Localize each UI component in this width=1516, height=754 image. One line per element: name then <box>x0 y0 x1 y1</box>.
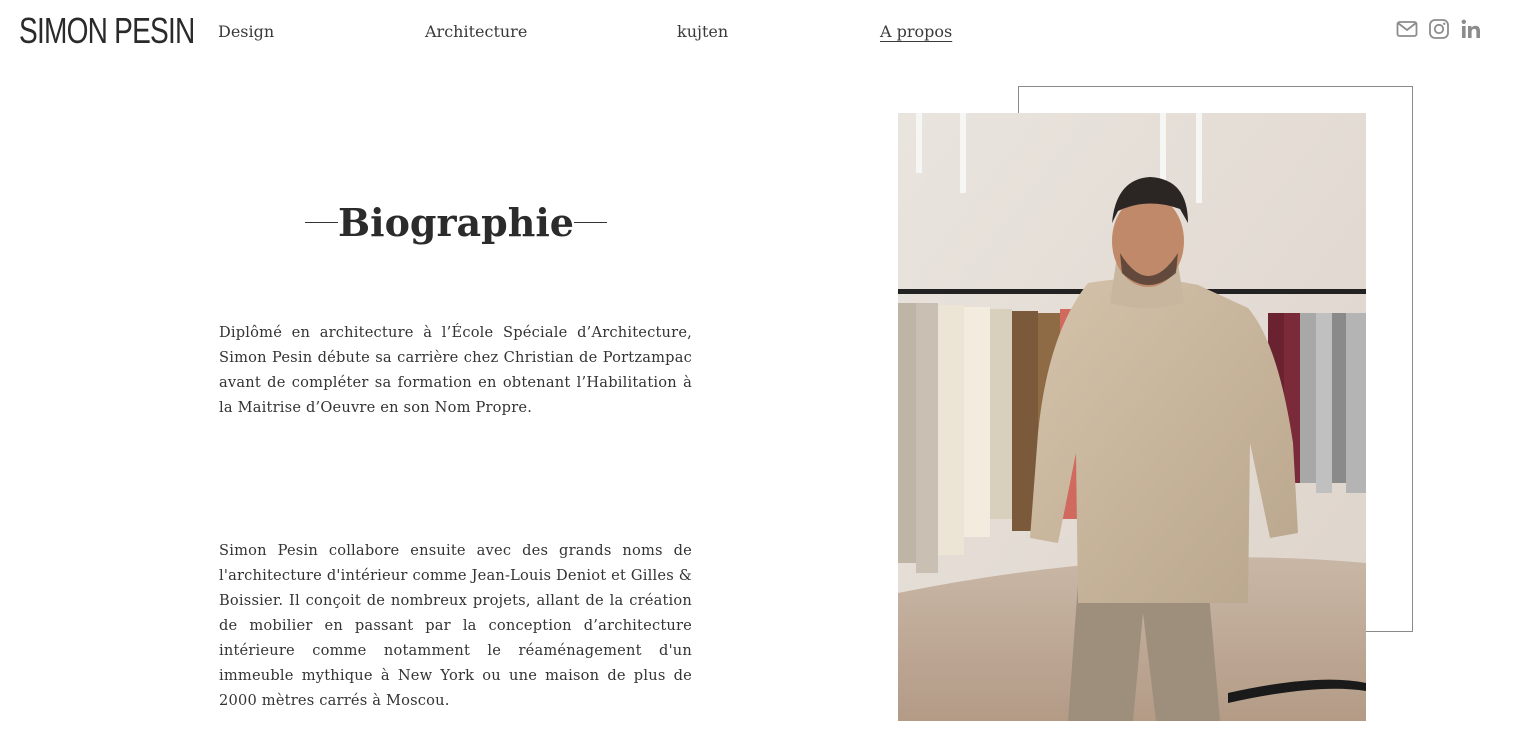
nav-link-a-propos[interactable]: A propos <box>880 22 952 41</box>
page-title: Biographie <box>338 200 574 245</box>
linkedin-icon[interactable] <box>1460 18 1482 40</box>
heading-rule-left <box>305 222 339 223</box>
nav-link-architecture[interactable]: Architecture <box>425 22 527 41</box>
nav-link-design[interactable]: Design <box>218 22 274 41</box>
section-heading: Biographie <box>305 200 607 245</box>
social-links <box>1396 18 1482 40</box>
site-logo[interactable]: SIMON PESIN <box>19 10 195 52</box>
instagram-icon[interactable] <box>1428 18 1450 40</box>
mail-icon[interactable] <box>1396 18 1418 40</box>
portrait-photo <box>898 113 1366 721</box>
bio-paragraph-2: Simon Pesin collabore ensuite avec des g… <box>219 542 692 709</box>
nav-link-kujten[interactable]: kujten <box>677 22 728 41</box>
bio-paragraph-1: Diplômé en architecture à l’École Spécia… <box>219 324 692 416</box>
heading-rule-right <box>573 222 607 223</box>
